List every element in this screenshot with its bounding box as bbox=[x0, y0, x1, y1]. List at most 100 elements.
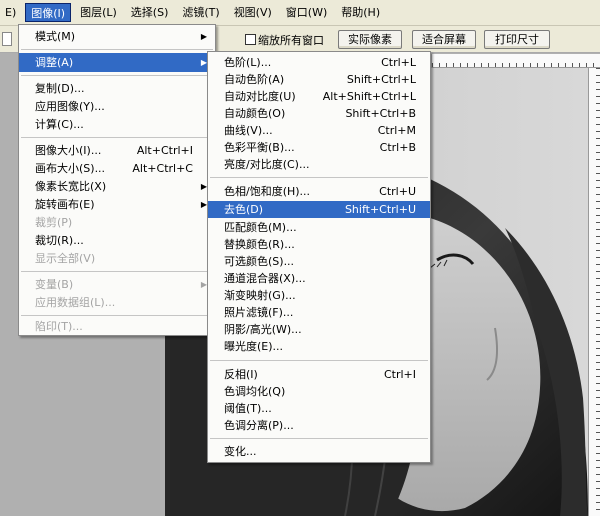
menu-item-label: 可选颜色(S)... bbox=[224, 255, 295, 268]
menu-item-shortcut: Alt+Ctrl+C bbox=[132, 162, 193, 175]
menu-item-label: 陷印(T)... bbox=[35, 320, 83, 333]
menu-item-label: 模式(M) bbox=[35, 30, 76, 43]
menu-layer[interactable]: 图层(L) bbox=[75, 3, 122, 22]
menu-item-match-color[interactable]: 匹配颜色(M)... bbox=[208, 219, 430, 236]
print-size-button[interactable]: 打印尺寸 bbox=[484, 30, 550, 49]
menu-item-replace-color[interactable]: 替换颜色(R)... bbox=[208, 236, 430, 253]
menu-item-shortcut: Ctrl+B bbox=[379, 141, 416, 154]
menu-separator bbox=[21, 49, 213, 50]
menu-item-threshold[interactable]: 阈值(T)... bbox=[208, 400, 430, 417]
menu-item-apply-data-set: 应用数据组(L)... bbox=[19, 293, 215, 312]
vertical-ruler bbox=[588, 68, 600, 516]
menu-item-label: 应用数据组(L)... bbox=[35, 296, 116, 309]
menu-item-apply-image[interactable]: 应用图像(Y)... bbox=[19, 97, 215, 116]
menu-item-reveal-all: 显示全部(V) bbox=[19, 249, 215, 268]
submenu-arrow-icon: ▶ bbox=[200, 32, 207, 41]
horizontal-ruler bbox=[432, 54, 600, 68]
menu-item-label: 变化... bbox=[224, 445, 257, 458]
menu-item-pixel-aspect-ratio[interactable]: 像素长宽比(X) ▶ bbox=[19, 177, 215, 196]
menu-view[interactable]: 视图(V) bbox=[229, 3, 277, 22]
menu-item-brightness-contrast[interactable]: 亮度/对比度(C)... bbox=[208, 156, 430, 173]
menu-item-label: 自动颜色(O) bbox=[224, 107, 286, 120]
menu-item-label: 计算(C)... bbox=[35, 118, 84, 131]
actual-pixels-button[interactable]: 实际像素 bbox=[338, 30, 402, 49]
menu-item-label: 自动对比度(U) bbox=[224, 90, 296, 103]
menu-filter[interactable]: 滤镜(T) bbox=[177, 3, 224, 22]
menu-item-color-balance[interactable]: 色彩平衡(B)... Ctrl+B bbox=[208, 139, 430, 156]
menu-item-rotate-canvas[interactable]: 旋转画布(E) ▶ bbox=[19, 195, 215, 214]
menu-item-hue-saturation[interactable]: 色相/饱和度(H)... Ctrl+U bbox=[208, 183, 430, 200]
menu-item-photo-filter[interactable]: 照片滤镜(F)... bbox=[208, 304, 430, 321]
menu-item-invert[interactable]: 反相(I) Ctrl+I bbox=[208, 366, 430, 383]
menu-item-auto-levels[interactable]: 自动色阶(A) Shift+Ctrl+L bbox=[208, 71, 430, 88]
zoom-all-windows-label: 缩放所有窗口 bbox=[258, 34, 324, 47]
menu-item-adjust[interactable]: 调整(A) ▶ bbox=[19, 53, 215, 72]
menu-separator bbox=[210, 360, 428, 361]
menu-item-label: 色调分离(P)... bbox=[224, 419, 294, 432]
menu-item-label: 匹配颜色(M)... bbox=[224, 221, 297, 234]
menu-edit[interactable]: E) bbox=[0, 3, 21, 22]
menu-item-duplicate[interactable]: 复制(D)... bbox=[19, 79, 215, 98]
menu-item-shortcut: Shift+Ctrl+B bbox=[345, 107, 416, 120]
zoom-all-windows-checkbox[interactable] bbox=[245, 34, 256, 45]
menu-item-label: 变量(B) bbox=[35, 278, 74, 291]
menu-item-shortcut: Ctrl+I bbox=[383, 368, 416, 381]
menu-item-label: 照片滤镜(F)... bbox=[224, 306, 294, 319]
menu-item-label: 裁剪(P) bbox=[35, 216, 73, 229]
menu-item-auto-color[interactable]: 自动颜色(O) Shift+Ctrl+B bbox=[208, 105, 430, 122]
menu-item-label: 显示全部(V) bbox=[35, 252, 96, 265]
menu-item-mode[interactable]: 模式(M) ▶ bbox=[19, 27, 215, 46]
menu-item-label: 替换颜色(R)... bbox=[224, 238, 295, 251]
menu-window[interactable]: 窗口(W) bbox=[281, 3, 332, 22]
menu-item-shortcut: Shift+Ctrl+U bbox=[344, 203, 416, 216]
menu-item-label: 色调均化(Q) bbox=[224, 385, 286, 398]
menu-item-desaturate[interactable]: 去色(D) Shift+Ctrl+U bbox=[208, 201, 430, 218]
menu-item-trim[interactable]: 裁切(R)... bbox=[19, 231, 215, 250]
menu-item-auto-contrast[interactable]: 自动对比度(U) Alt+Shift+Ctrl+L bbox=[208, 88, 430, 105]
menu-item-label: 亮度/对比度(C)... bbox=[224, 158, 310, 171]
menu-item-label: 图像大小(I)... bbox=[35, 144, 102, 157]
menu-item-crop: 裁剪(P) bbox=[19, 213, 215, 232]
menu-separator bbox=[21, 137, 213, 138]
menu-item-label: 调整(A) bbox=[35, 56, 74, 69]
menu-item-canvas-size[interactable]: 画布大小(S)... Alt+Ctrl+C bbox=[19, 159, 215, 178]
menu-item-label: 反相(I) bbox=[224, 368, 258, 381]
menu-item-channel-mixer[interactable]: 通道混合器(X)... bbox=[208, 270, 430, 287]
menu-item-selective-color[interactable]: 可选颜色(S)... bbox=[208, 253, 430, 270]
image-menu: 模式(M) ▶ 调整(A) ▶ 复制(D)... 应用图像(Y)... 计算(C… bbox=[18, 24, 216, 336]
menu-separator bbox=[210, 438, 428, 439]
menu-item-equalize[interactable]: 色调均化(Q) bbox=[208, 383, 430, 400]
menu-select[interactable]: 选择(S) bbox=[126, 3, 174, 22]
fit-screen-button[interactable]: 适合屏幕 bbox=[412, 30, 476, 49]
menu-item-shadow-highlight[interactable]: 阴影/高光(W)... bbox=[208, 321, 430, 338]
menu-separator bbox=[21, 75, 213, 76]
menu-separator bbox=[21, 315, 213, 316]
menu-item-label: 色阶(L)... bbox=[224, 56, 272, 69]
menu-item-label: 旋转画布(E) bbox=[35, 198, 95, 211]
menu-item-label: 色彩平衡(B)... bbox=[224, 141, 295, 154]
menu-item-label: 复制(D)... bbox=[35, 82, 85, 95]
menu-item-label: 阴影/高光(W)... bbox=[224, 323, 302, 336]
menu-image[interactable]: 图像(I) bbox=[25, 3, 72, 22]
menu-item-trap: 陷印(T)... bbox=[19, 317, 215, 336]
menu-item-label: 曲线(V)... bbox=[224, 124, 273, 137]
menu-item-calculations[interactable]: 计算(C)... bbox=[19, 115, 215, 134]
menu-item-label: 阈值(T)... bbox=[224, 402, 272, 415]
menu-item-gradient-map[interactable]: 渐变映射(G)... bbox=[208, 287, 430, 304]
menu-item-label: 自动色阶(A) bbox=[224, 73, 285, 86]
menu-item-variations[interactable]: 变化... bbox=[208, 443, 430, 460]
options-left-control[interactable] bbox=[2, 32, 12, 46]
menu-separator bbox=[210, 177, 428, 178]
menu-help[interactable]: 帮助(H) bbox=[336, 3, 385, 22]
menu-item-label: 画布大小(S)... bbox=[35, 162, 106, 175]
menu-item-label: 渐变映射(G)... bbox=[224, 289, 296, 302]
menu-item-curves[interactable]: 曲线(V)... Ctrl+M bbox=[208, 122, 430, 139]
menu-item-variables: 变量(B) ▶ bbox=[19, 275, 215, 294]
menu-item-levels[interactable]: 色阶(L)... Ctrl+L bbox=[208, 54, 430, 71]
menu-item-exposure[interactable]: 曝光度(E)... bbox=[208, 338, 430, 355]
menu-item-shortcut: Ctrl+M bbox=[377, 124, 416, 137]
menu-item-posterize[interactable]: 色调分离(P)... bbox=[208, 417, 430, 434]
menu-item-shortcut: Alt+Ctrl+I bbox=[136, 144, 193, 157]
menu-item-label: 去色(D) bbox=[224, 203, 264, 216]
menu-item-image-size[interactable]: 图像大小(I)... Alt+Ctrl+I bbox=[19, 141, 215, 160]
